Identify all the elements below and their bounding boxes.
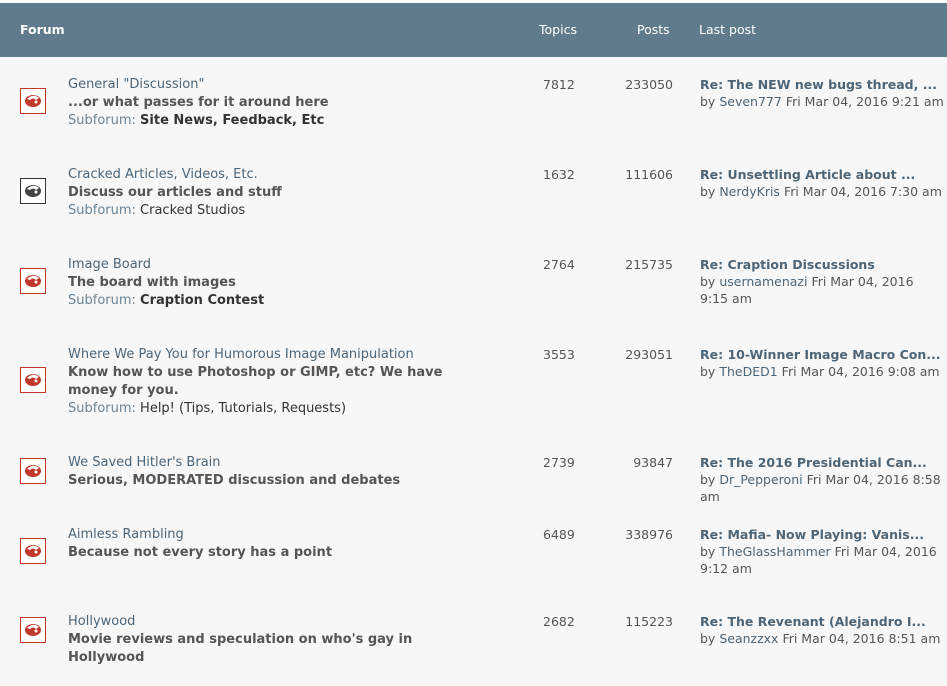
last-post-link[interactable]: Re: The NEW new bugs thread, ... bbox=[700, 77, 937, 92]
last-post-date: Fri Mar 04, 2016 9:21 am bbox=[785, 94, 944, 109]
forum-title-link[interactable]: Aimless Rambling bbox=[68, 527, 184, 542]
last-post-user[interactable]: TheGlassHammer bbox=[719, 544, 830, 559]
last-post-date: Fri Mar 04, 2016 9:08 am bbox=[781, 364, 940, 379]
subforum-line: Subforum: Cracked Studios bbox=[68, 203, 245, 218]
forum-description: Serious, MODERATED discussion and debate… bbox=[68, 473, 401, 488]
forum-title-link[interactable]: Hollywood bbox=[68, 614, 135, 629]
cracked-logo-icon[interactable] bbox=[20, 538, 46, 564]
last-post-meta: by TheGlassHammer Fri Mar 04, 2016 9:12 … bbox=[700, 543, 945, 577]
forum-description: The board with images bbox=[68, 275, 236, 290]
subforum-line: Subforum: Craption Contest bbox=[68, 293, 264, 308]
subforum-label: Subforum: bbox=[68, 113, 136, 128]
posts-count: 293051 bbox=[625, 347, 673, 362]
by-label: by bbox=[700, 631, 716, 646]
posts-count: 93847 bbox=[633, 455, 673, 470]
last-post-meta: by TheDED1 Fri Mar 04, 2016 9:08 am bbox=[700, 363, 945, 380]
forum-description: Know how to use Photoshop or GIMP, etc? … bbox=[68, 365, 443, 398]
last-post-link[interactable]: Re: Mafia- Now Playing: Vanis... bbox=[700, 527, 924, 542]
last-post-meta: by Seanzzxx Fri Mar 04, 2016 8:51 am bbox=[700, 630, 945, 647]
subforum-label: Subforum: bbox=[68, 293, 136, 308]
subforum-line: Subforum: Site News, Feedback, Etc bbox=[68, 113, 324, 128]
topics-count: 3553 bbox=[543, 347, 575, 362]
last-post-date: Fri Mar 04, 2016 8:51 am bbox=[782, 631, 941, 646]
last-post-meta: by Dr_Pepperoni Fri Mar 04, 2016 8:58 am bbox=[700, 471, 945, 505]
forum-description: Because not every story has a point bbox=[68, 545, 333, 560]
last-post-link[interactable]: Re: The 2016 Presidential Can... bbox=[700, 455, 927, 470]
last-post-user[interactable]: Seanzzxx bbox=[719, 631, 778, 646]
cracked-logo-icon[interactable] bbox=[20, 88, 46, 114]
posts-count: 215735 bbox=[625, 257, 673, 272]
by-label: by bbox=[700, 472, 716, 487]
forum-title-link[interactable]: General "Discussion" bbox=[68, 77, 204, 92]
header-last-post: Last post bbox=[699, 22, 757, 37]
forum-title-link[interactable]: We Saved Hitler's Brain bbox=[68, 455, 221, 470]
subforum-link[interactable]: Craption Contest bbox=[140, 293, 264, 308]
forum-description: Movie reviews and speculation on who's g… bbox=[68, 632, 413, 665]
topics-count: 2739 bbox=[543, 455, 575, 470]
forum-title-link[interactable]: Cracked Articles, Videos, Etc. bbox=[68, 167, 258, 182]
forum-list-header: Forum Topics Posts Last post bbox=[0, 3, 947, 57]
forum-description: Discuss our articles and stuff bbox=[68, 185, 282, 200]
last-post-user[interactable]: TheDED1 bbox=[719, 364, 777, 379]
cracked-logo-icon[interactable] bbox=[20, 458, 46, 484]
by-label: by bbox=[700, 544, 716, 559]
posts-count: 115223 bbox=[625, 614, 673, 629]
last-post-link[interactable]: Re: The Revenant (Alejandro I... bbox=[700, 614, 926, 629]
topics-count: 2682 bbox=[543, 614, 575, 629]
forum-title-link[interactable]: Image Board bbox=[68, 257, 151, 272]
by-label: by bbox=[700, 184, 716, 199]
topics-count: 7812 bbox=[543, 77, 575, 92]
by-label: by bbox=[700, 274, 716, 289]
topics-count: 6489 bbox=[543, 527, 575, 542]
last-post-user[interactable]: NerdyKris bbox=[719, 184, 780, 199]
cracked-logo-icon[interactable] bbox=[20, 617, 46, 643]
header-topics: Topics bbox=[539, 22, 577, 37]
last-post-user[interactable]: Dr_Pepperoni bbox=[719, 472, 802, 487]
last-post-meta: by NerdyKris Fri Mar 04, 2016 7:30 am bbox=[700, 183, 945, 200]
topics-count: 2764 bbox=[543, 257, 575, 272]
by-label: by bbox=[700, 94, 716, 109]
subforum-line: Subforum: Help! (Tips, Tutorials, Reques… bbox=[68, 401, 346, 416]
last-post-meta: by usernamenazi Fri Mar 04, 2016 9:15 am bbox=[700, 273, 945, 307]
subforum-link[interactable]: Cracked Studios bbox=[140, 203, 245, 218]
last-post-user[interactable]: usernamenazi bbox=[719, 274, 807, 289]
header-forum: Forum bbox=[20, 22, 65, 37]
subforum-link[interactable]: Site News, Feedback, Etc bbox=[140, 113, 324, 128]
last-post-link[interactable]: Re: Unsettling Article about ... bbox=[700, 167, 915, 182]
subforum-label: Subforum: bbox=[68, 203, 136, 218]
subforum-label: Subforum: bbox=[68, 401, 136, 416]
last-post-meta: by Seven777 Fri Mar 04, 2016 9:21 am bbox=[700, 93, 945, 110]
last-post-user[interactable]: Seven777 bbox=[719, 94, 782, 109]
last-post-date: Fri Mar 04, 2016 7:30 am bbox=[783, 184, 942, 199]
cracked-logo-icon[interactable] bbox=[20, 367, 46, 393]
cracked-logo-icon[interactable] bbox=[20, 268, 46, 294]
posts-count: 233050 bbox=[625, 77, 673, 92]
posts-count: 338976 bbox=[625, 527, 673, 542]
forum-description: ...or what passes for it around here bbox=[68, 95, 329, 110]
last-post-link[interactable]: Re: Craption Discussions bbox=[700, 257, 875, 272]
topics-count: 1632 bbox=[543, 167, 575, 182]
header-posts: Posts bbox=[637, 22, 670, 37]
forum-title-link[interactable]: Where We Pay You for Humorous Image Mani… bbox=[68, 347, 414, 362]
subforum-link[interactable]: Help! (Tips, Tutorials, Requests) bbox=[140, 401, 346, 416]
by-label: by bbox=[700, 364, 716, 379]
posts-count: 111606 bbox=[625, 167, 673, 182]
cracked-logo-icon[interactable] bbox=[20, 178, 46, 204]
last-post-link[interactable]: Re: 10-Winner Image Macro Con... bbox=[700, 347, 941, 362]
